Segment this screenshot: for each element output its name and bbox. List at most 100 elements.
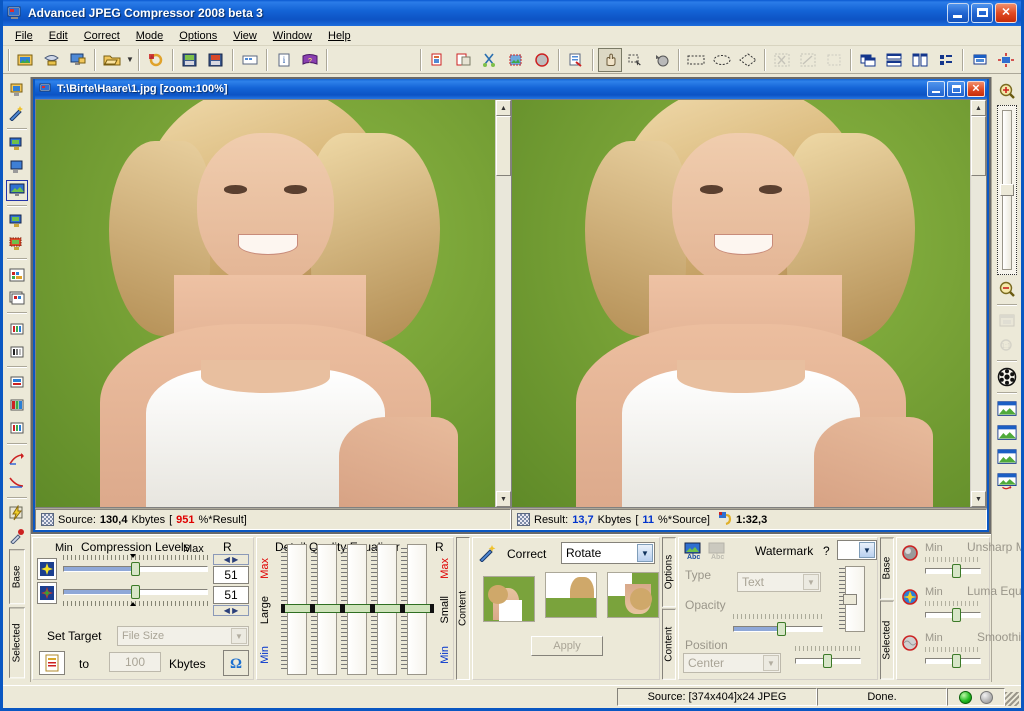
- target-mode-select[interactable]: File Size ▼: [117, 626, 249, 646]
- batch-icon[interactable]: [238, 48, 262, 72]
- watermark-image-icon[interactable]: Abc: [707, 542, 727, 560]
- chroma-value[interactable]: 51: [213, 586, 249, 604]
- pan-hand-tool[interactable]: [598, 47, 622, 72]
- watermark-scale-slider[interactable]: [795, 654, 861, 668]
- tile-horizontal-icon[interactable]: [882, 48, 906, 72]
- menu-mode[interactable]: Mode: [128, 28, 172, 44]
- watermark-scale-thumb[interactable]: [823, 654, 832, 668]
- scroll-down-button[interactable]: ▼: [971, 491, 986, 507]
- menu-options[interactable]: Options: [171, 28, 225, 44]
- zoom-in-icon[interactable]: [996, 80, 1018, 102]
- equalizer-thumb-2[interactable]: [312, 604, 342, 613]
- open-from-screen-icon[interactable]: [66, 48, 90, 72]
- luma-spin-buttons[interactable]: ◀ ▶: [213, 554, 249, 565]
- target-file-icon[interactable]: [39, 651, 65, 675]
- luma-equalize-icon[interactable]: [901, 588, 919, 606]
- zoom-slider-thumb[interactable]: [999, 184, 1014, 196]
- luma-levels-icon[interactable]: [37, 558, 57, 580]
- correct-mode-select[interactable]: Rotate ▼: [561, 542, 655, 564]
- smoothing-icon[interactable]: [901, 634, 919, 652]
- zoom-slider[interactable]: [996, 105, 1017, 275]
- curve-down-rail-icon[interactable]: [6, 472, 28, 493]
- menu-window[interactable]: Window: [265, 28, 320, 44]
- menu-file[interactable]: File: [7, 28, 41, 44]
- close-button[interactable]: ✕: [995, 3, 1017, 23]
- equalizer-thumb-1[interactable]: [282, 604, 312, 613]
- save-image-icon[interactable]: [178, 48, 202, 72]
- acquire-scanner-icon[interactable]: [40, 48, 64, 72]
- crop-icon[interactable]: [504, 48, 528, 72]
- marquee-ellipse-tool[interactable]: [710, 48, 734, 72]
- view-source-rail-icon[interactable]: [6, 134, 28, 155]
- window-thumb-3-icon[interactable]: [996, 446, 1018, 468]
- difference-rail-icon[interactable]: [6, 233, 28, 254]
- multi-grid-rail-icon[interactable]: [6, 287, 28, 308]
- chevron-down-icon[interactable]: ▼: [637, 544, 653, 562]
- tab-content[interactable]: Content: [456, 537, 470, 680]
- document-maximize-button[interactable]: [947, 81, 965, 97]
- menu-edit[interactable]: Edit: [41, 28, 76, 44]
- undo-red-circle-icon[interactable]: [530, 48, 554, 72]
- tab-selected[interactable]: Selected: [8, 606, 25, 678]
- scroll-up-button[interactable]: ▲: [971, 100, 986, 116]
- grid-view-rail-icon[interactable]: [6, 264, 28, 285]
- quick-optimize-rail-icon[interactable]: [6, 503, 28, 524]
- chroma-levels-icon[interactable]: [37, 582, 57, 604]
- luma-eq-slider[interactable]: [925, 608, 981, 622]
- menu-correct[interactable]: Correct: [76, 28, 128, 44]
- open-image-icon[interactable]: [14, 48, 38, 72]
- center-view-icon[interactable]: [994, 48, 1018, 72]
- watermark-opacity-slider[interactable]: [733, 622, 823, 636]
- scroll-track[interactable]: [971, 116, 986, 491]
- tab-base[interactable]: Base: [8, 549, 25, 605]
- copy-icon[interactable]: [426, 48, 450, 72]
- histogram-rail-icon[interactable]: [6, 372, 28, 393]
- paste-icon[interactable]: [452, 48, 476, 72]
- document-close-button[interactable]: ✕: [967, 81, 985, 97]
- scroll-thumb[interactable]: [496, 116, 511, 176]
- compare-rail-icon[interactable]: [6, 211, 28, 232]
- auto-correct-rail-icon[interactable]: [6, 103, 28, 124]
- window-list-icon[interactable]: [968, 48, 992, 72]
- resize-grip[interactable]: [1005, 692, 1019, 706]
- opacity-slider-thumb[interactable]: [777, 622, 786, 636]
- film-reel-icon[interactable]: [996, 366, 1018, 388]
- chroma-compression-slider[interactable]: [63, 585, 208, 599]
- tab-selected-enhance[interactable]: Selected: [880, 601, 894, 680]
- menu-view[interactable]: View: [225, 28, 265, 44]
- luma-value[interactable]: 51: [213, 566, 249, 584]
- chevron-down-icon[interactable]: ▼: [231, 628, 247, 644]
- watermark-help-icon[interactable]: ?: [823, 544, 830, 558]
- watermark-vertical-thumb[interactable]: [843, 594, 857, 605]
- open-image-rail-icon[interactable]: [6, 80, 28, 101]
- window-thumb-1-icon[interactable]: [996, 398, 1018, 420]
- tab-base-enhance[interactable]: Base: [880, 537, 894, 600]
- rotate-thumb-90[interactable]: [545, 572, 597, 618]
- scroll-track[interactable]: [496, 116, 511, 491]
- chroma-spin-buttons[interactable]: ◀ ▶: [213, 605, 249, 616]
- help-book-icon[interactable]: ?: [298, 48, 322, 72]
- cascade-windows-icon[interactable]: [856, 48, 880, 72]
- rotate-thumb-180[interactable]: [607, 572, 659, 618]
- channels-rail-icon[interactable]: [6, 318, 28, 339]
- document-minimize-button[interactable]: [927, 81, 945, 97]
- source-image[interactable]: [36, 100, 495, 507]
- watermark-preset-select[interactable]: ▼: [837, 540, 877, 560]
- maximize-button[interactable]: [971, 3, 993, 23]
- tab-content-watermark[interactable]: Content: [662, 609, 676, 680]
- view-result-rail-icon[interactable]: [6, 157, 28, 178]
- luma-eq-slider-thumb[interactable]: [951, 608, 961, 622]
- minimize-button[interactable]: [947, 3, 969, 23]
- gray-channels-rail-icon[interactable]: [6, 341, 28, 362]
- scroll-up-button[interactable]: ▲: [496, 100, 511, 116]
- rotate-thumb-0[interactable]: [483, 576, 535, 622]
- magic-select-tool[interactable]: [650, 48, 674, 72]
- watermark-type-select[interactable]: Text ▼: [737, 572, 821, 592]
- cut-selection-icon[interactable]: [478, 48, 502, 72]
- marquee-rectangle-tool[interactable]: [684, 48, 708, 72]
- arrange-icons-icon[interactable]: [934, 48, 958, 72]
- palette-rail-icon[interactable]: [6, 418, 28, 439]
- marquee-polygon-tool[interactable]: [736, 48, 760, 72]
- equalizer-thumb-3[interactable]: [342, 604, 372, 613]
- equalizer-thumb-4[interactable]: [372, 604, 402, 613]
